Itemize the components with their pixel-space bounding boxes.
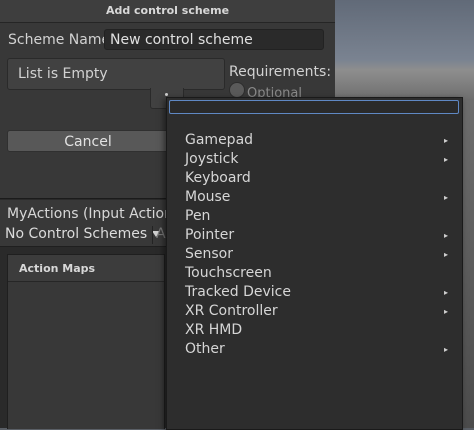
optional-radio[interactable] [229, 82, 245, 98]
action-maps-header: Action Maps [8, 255, 164, 282]
chevron-right-icon: ▸ [443, 193, 448, 202]
popup-item-label: Sensor [185, 246, 233, 262]
popup-item-label: XR HMD [185, 322, 243, 338]
popup-item-label: Other [185, 341, 225, 357]
chevron-right-icon: ▸ [443, 231, 448, 240]
popup-item-label: Joystick [185, 151, 239, 167]
popup-item-label: XR Controller [185, 303, 278, 319]
popup-item-xr-hmd[interactable]: XR HMD [167, 321, 462, 340]
plus-icon [165, 93, 168, 96]
dialog-title: Add control scheme [0, 0, 335, 23]
chevron-right-icon: ▸ [443, 345, 448, 354]
popup-item-label: Pointer [185, 227, 235, 243]
list-empty-text: List is Empty [18, 66, 108, 82]
popup-item-xr-controller[interactable]: XR Controller ▸ [167, 302, 462, 321]
devices-dropdown[interactable]: A [156, 226, 166, 242]
device-search-input[interactable] [169, 100, 459, 114]
popup-item-joystick[interactable]: Joystick ▸ [167, 150, 462, 169]
control-scheme-dropdown[interactable]: No Control Schemes [5, 226, 161, 244]
chevron-right-icon: ▸ [443, 307, 448, 316]
popup-item-sensor[interactable]: Sensor ▸ [167, 245, 462, 264]
toolbar-divider [152, 226, 153, 244]
popup-item-label: Mouse [185, 189, 231, 205]
popup-item-pointer[interactable]: Pointer ▸ [167, 226, 462, 245]
action-maps-title: Action Maps [19, 262, 96, 275]
chevron-right-icon: ▸ [443, 288, 448, 297]
cancel-button[interactable]: Cancel [7, 130, 169, 152]
requirements-label: Requirements: [229, 64, 332, 80]
popup-item-label: Gamepad [185, 132, 254, 148]
device-requirements-list[interactable]: List is Empty [7, 58, 225, 90]
chevron-right-icon: ▸ [443, 136, 448, 145]
control-scheme-dropdown-label: No Control Schemes [5, 226, 148, 242]
popup-item-gamepad[interactable]: Gamepad ▸ [167, 131, 462, 150]
popup-item-touchscreen[interactable]: Touchscreen [167, 264, 462, 283]
add-device-popup: Gamepad ▸ Joystick ▸ Keyboard Mouse ▸ Pe… [166, 97, 463, 430]
popup-item-label: Tracked Device [185, 284, 291, 300]
asset-title: MyActions (Input Actions) [7, 206, 186, 222]
chevron-right-icon: ▸ [443, 250, 448, 259]
device-list: Gamepad ▸ Joystick ▸ Keyboard Mouse ▸ Pe… [167, 131, 462, 359]
popup-item-mouse[interactable]: Mouse ▸ [167, 188, 462, 207]
popup-item-tracked-device[interactable]: Tracked Device ▸ [167, 283, 462, 302]
popup-item-pen[interactable]: Pen [167, 207, 462, 226]
action-maps-panel: Action Maps [7, 254, 165, 429]
popup-item-label: Pen [185, 208, 211, 224]
chevron-right-icon: ▸ [443, 155, 448, 164]
popup-item-other[interactable]: Other ▸ [167, 340, 462, 359]
scheme-name-input[interactable] [104, 29, 324, 50]
popup-item-label: Keyboard [185, 170, 251, 186]
popup-item-keyboard[interactable]: Keyboard [167, 169, 462, 188]
scheme-name-label: Scheme Name [8, 32, 111, 48]
popup-item-label: Touchscreen [185, 265, 272, 281]
